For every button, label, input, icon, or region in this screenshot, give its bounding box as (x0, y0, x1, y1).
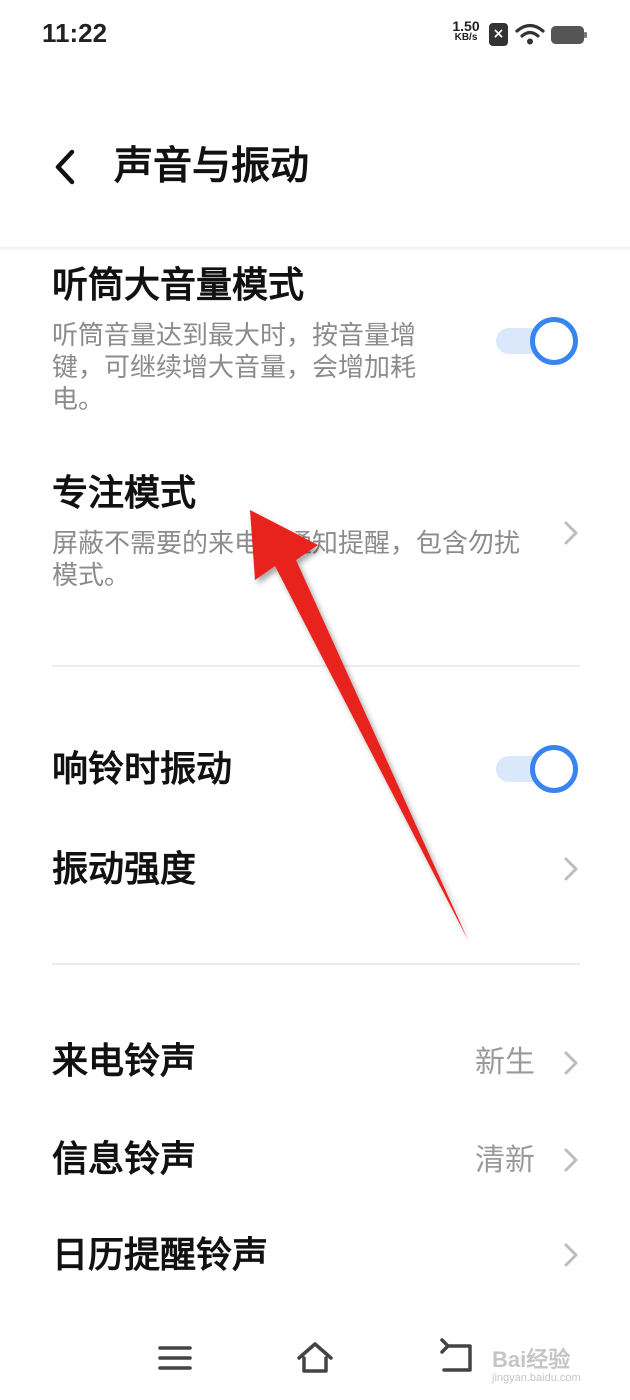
battery-icon (551, 26, 587, 44)
chevron-right-icon (564, 1051, 578, 1075)
menu-icon[interactable] (155, 1338, 195, 1378)
sim-card-icon: × (489, 23, 508, 46)
setting-title: 来电铃声 (52, 1041, 197, 1082)
chevron-left-icon[interactable] (40, 142, 90, 192)
wifi-icon (515, 23, 545, 45)
setting-title: 响铃时振动 (52, 749, 233, 790)
chevron-right-icon (564, 857, 578, 881)
setting-value: 新生 (475, 1045, 535, 1080)
header: 声音与振动 (0, 70, 630, 250)
status-time: 11:22 (42, 18, 108, 48)
setting-description: 听筒音量达到最大时，按音量增键，可继续增大音量，会增加耗电。 (52, 321, 417, 415)
chevron-right-icon (564, 1243, 578, 1267)
toggle-knob (530, 317, 578, 365)
setting-value: 清新 (475, 1143, 535, 1178)
chevron-right-icon (564, 521, 578, 545)
vibrate-when-ringing-toggle[interactable] (494, 743, 580, 795)
setting-title: 专注模式 (52, 473, 197, 514)
home-icon[interactable] (295, 1338, 335, 1378)
network-speed: 1.50 KB/s (448, 18, 484, 44)
watermark-text: Bai经验 (492, 1347, 571, 1372)
network-speed-value: 1.50 (452, 18, 480, 34)
setting-title: 听筒大音量模式 (52, 265, 305, 306)
section-divider (52, 963, 580, 965)
status-bar: 11:22 1.50 KB/s × (0, 0, 630, 70)
watermark-url: jingyan.baidu.com (492, 1372, 581, 1384)
header-divider (0, 247, 630, 251)
section-divider (52, 665, 580, 667)
page-title: 声音与振动 (114, 144, 310, 189)
setting-title: 信息铃声 (52, 1139, 197, 1180)
setting-title: 振动强度 (52, 849, 197, 890)
back-icon[interactable] (436, 1338, 476, 1378)
earpiece-high-volume-toggle[interactable] (494, 315, 580, 367)
chevron-right-icon (564, 1148, 578, 1172)
setting-title: 日历提醒铃声 (52, 1235, 269, 1276)
toggle-knob (530, 745, 578, 793)
setting-description: 屏蔽不需要的来电和通知提醒，包含勿扰模式。 (52, 529, 521, 591)
